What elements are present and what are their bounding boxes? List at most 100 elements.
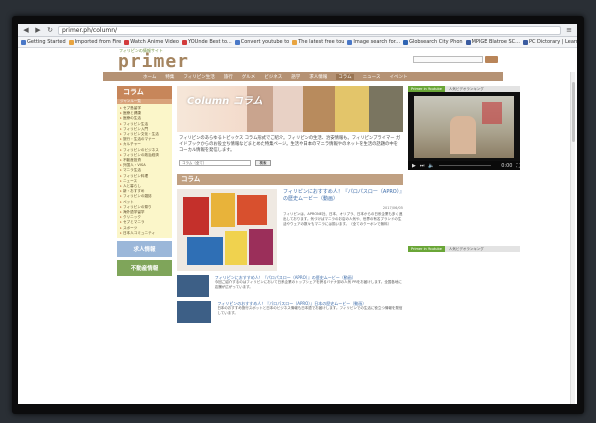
nav-item[interactable]: 求人情報 xyxy=(309,74,327,80)
site-search-button[interactable] xyxy=(485,56,498,63)
list-item-text: フィリピンのおすすめ人！『パロパスロー（APRO）』日本の歴史ムービー（動画）日… xyxy=(217,301,403,323)
nav-item[interactable]: 特集 xyxy=(165,74,174,80)
forward-icon[interactable]: ▶ xyxy=(34,26,42,34)
sidebar-banner[interactable]: 求人情報 xyxy=(117,241,172,258)
site-search-input[interactable] xyxy=(413,56,483,63)
bookmark-favicon-icon xyxy=(21,39,26,45)
url-input[interactable]: primer.ph/column/ xyxy=(58,25,561,35)
nav-item[interactable]: ホーム xyxy=(143,74,156,80)
tab-youtube-2[interactable]: Primer in Youtube xyxy=(408,246,445,252)
tab-ranking-2[interactable]: 人気ビデオランキング xyxy=(444,246,520,252)
play-icon[interactable]: ▶ xyxy=(412,163,416,169)
nav-item[interactable]: ビジネス xyxy=(264,74,282,80)
hero-photo-4 xyxy=(335,86,369,132)
site-logo[interactable]: primer xyxy=(118,51,189,72)
menu-icon[interactable]: ≡ xyxy=(565,26,573,34)
filter-search-button[interactable]: 検索 xyxy=(255,160,271,166)
video-thumbnail xyxy=(414,96,514,158)
bookmark-favicon-icon xyxy=(465,39,471,45)
intro-text: フィリピンのあらゆるトピックス コラム形式でご紹介。フィリピンの生活、治安情報も… xyxy=(179,136,401,153)
bookmark-item[interactable]: Globsearch City Phon xyxy=(403,39,463,45)
bookmark-label: Image search for... xyxy=(353,39,401,45)
bookmark-item[interactable]: The latest free tou xyxy=(292,39,344,45)
section-heading: コラム xyxy=(177,174,403,185)
bookmark-label: YOUnde Best to... xyxy=(187,39,232,45)
video-progress-bar[interactable] xyxy=(438,164,492,167)
site-nav: ホーム 特集 フィリピン生活 旅行 グルメ ビジネス 語学 求人情報 コラム ニュース イベント xyxy=(103,72,503,81)
web-page: フィリピンの情報サイト primer ホーム 特集 フィリピン生活 旅行 グルメ ビジネス… xyxy=(18,48,577,404)
bookmark-item[interactable]: Getting Started xyxy=(21,39,66,45)
bookmark-favicon-icon xyxy=(347,39,353,45)
hero-banner: Column コラム xyxy=(177,86,403,132)
article-text-block: フィリピンにおすすめ人！『パロパスロー（APRO）』の歴史ムービー（動画） 20… xyxy=(283,189,403,271)
bookmark-item[interactable]: MPIGE Blatroe SC... xyxy=(465,39,520,45)
video-tabs-2: Primer in Youtube 人気ビデオランキング xyxy=(408,246,520,252)
nav-item[interactable]: フィリピン生活 xyxy=(183,74,214,80)
bookmark-label: Watch Anime Video xyxy=(130,39,179,45)
article-title[interactable]: フィリピンにおすすめ人！『パロパスロー（APRO）』の歴史ムービー（動画） xyxy=(283,189,403,203)
filter-row: コラム（全て） 検索 xyxy=(177,158,403,168)
sidebar: コラム ジャンル一覧 セブ島留学医療と健康医療の生活フィリピン生活フィリピン入門… xyxy=(117,86,172,277)
video-player[interactable]: ▶ ⏭ 🔈 0:00 ⛶ xyxy=(408,92,520,170)
hero-photo-2 xyxy=(273,86,303,132)
bookmark-label: Imported from Fire xyxy=(74,39,122,45)
volume-icon[interactable]: 🔈 xyxy=(428,163,434,169)
video-controls: ▶ ⏭ 🔈 0:00 ⛶ xyxy=(408,161,520,170)
bookmark-label: Getting Started xyxy=(27,39,66,45)
bookmark-label: PC Dictorary | Learn xyxy=(528,39,577,45)
nav-item[interactable]: グルメ xyxy=(242,74,256,80)
next-icon[interactable]: ⏭ xyxy=(420,163,425,169)
bookmark-label: Globsearch City Phon xyxy=(409,39,463,45)
nav-item[interactable]: コラム xyxy=(336,73,354,80)
list-item-text: フィリピンにおすすめ人！『パロパスロー（APRO）』の歴史ムービー（動画） 今回ご… xyxy=(215,275,403,297)
hero-photo-3 xyxy=(303,86,335,132)
sidebar-banner[interactable]: 不動産情報 xyxy=(117,260,172,277)
bookmark-favicon-icon xyxy=(292,39,298,45)
list-item[interactable]: フィリピンにおすすめ人！『パロパスロー（APRO）』の歴史ムービー（動画） 今回ご… xyxy=(177,275,403,297)
page-scrollbar[interactable] xyxy=(570,72,575,404)
article-image[interactable] xyxy=(177,189,277,271)
scrollbar-thumb[interactable] xyxy=(572,82,575,142)
bookmark-label: MPIGE Blatroe SC... xyxy=(471,39,520,45)
right-column: Primer in Youtube 人気ビデオランキング ▶ ⏭ 🔈 0:00 xyxy=(408,86,520,252)
featured-article[interactable]: フィリピンにおすすめ人！『パロパスロー（APRO）』の歴史ムービー（動画） 20… xyxy=(177,185,403,271)
video-time: 0:00 xyxy=(501,162,513,169)
bookmark-item[interactable]: Watch Anime Video xyxy=(124,39,179,45)
browser-window: ◀ ▶ ↻ primer.ph/column/ ≡ Getting Starte… xyxy=(18,24,577,404)
bookmark-item[interactable]: YOUnde Best to... xyxy=(181,39,232,45)
list-item[interactable]: フィリピンのおすすめ人！『パロパスロー（APRO）』日本の歴史ムービー（動画）日… xyxy=(177,301,403,323)
site-header: フィリピンの情報サイト primer xyxy=(103,48,503,72)
bookmarks-bar: Getting Started Imported from Fire Watch A… xyxy=(18,37,577,48)
hero-title: Column コラム xyxy=(187,96,263,107)
bookmark-item[interactable]: Imported from Fire xyxy=(68,39,122,45)
list-item-body: 日本のおすすめ旅行スポットと日本のビジネス情報も日本語でお届けします。フィリピン… xyxy=(217,306,403,315)
nav-item[interactable]: 語学 xyxy=(291,74,300,80)
bookmark-favicon-icon xyxy=(68,39,74,45)
nav-item[interactable]: ニュース xyxy=(363,74,381,80)
sidebar-title: コラム xyxy=(117,86,172,99)
article-body: フィリピンは、APRONE社、日本、オリプラ、日本からの日系企業も多く進出してお… xyxy=(283,212,403,226)
sidebar-category-list: セブ島留学医療と健康医療の生活フィリピン生活フィリピン入門フィリピン文化・生活旅… xyxy=(117,104,172,239)
back-icon[interactable]: ◀ xyxy=(22,26,30,34)
list-item-thumbnail[interactable] xyxy=(177,275,209,297)
bookmark-item[interactable]: Image search for... xyxy=(347,39,400,45)
bookmark-favicon-icon xyxy=(181,39,187,45)
nav-item[interactable]: イベント xyxy=(389,74,407,80)
bookmark-item[interactable]: PC Dictorary | Learn xyxy=(522,39,577,45)
bookmark-favicon-icon xyxy=(522,39,528,45)
bookmark-favicon-icon xyxy=(234,39,240,45)
nav-item[interactable]: 旅行 xyxy=(224,74,233,80)
sidebar-category-item[interactable]: 日本人コミュニティ xyxy=(120,231,169,236)
article-date: 2017/06/05 xyxy=(382,206,403,210)
reload-icon[interactable]: ↻ xyxy=(46,26,54,34)
bookmark-label: Convert youtube to xyxy=(240,39,290,45)
address-bar-row: ◀ ▶ ↻ primer.ph/column/ ≡ xyxy=(18,24,577,37)
bookmark-favicon-icon xyxy=(124,39,130,45)
bookmark-item[interactable]: Convert youtube to xyxy=(234,39,290,45)
main-content: Column コラム フィリピンのあらゆるトピックス コラム形式でご紹介。フィリ… xyxy=(177,86,403,323)
fullscreen-icon[interactable]: ⛶ xyxy=(516,163,520,169)
list-item-thumbnail[interactable] xyxy=(177,301,212,323)
primer-site: フィリピンの情報サイト primer ホーム 特集 フィリピン生活 旅行 グルメ ビジネス… xyxy=(103,48,520,404)
list-item-body: 今回ご紹介するのはフィリピンにおいて日系企業のトップシェアを誇るバナナ卸の人気 … xyxy=(214,280,402,289)
category-select[interactable]: コラム（全て） xyxy=(179,160,251,166)
